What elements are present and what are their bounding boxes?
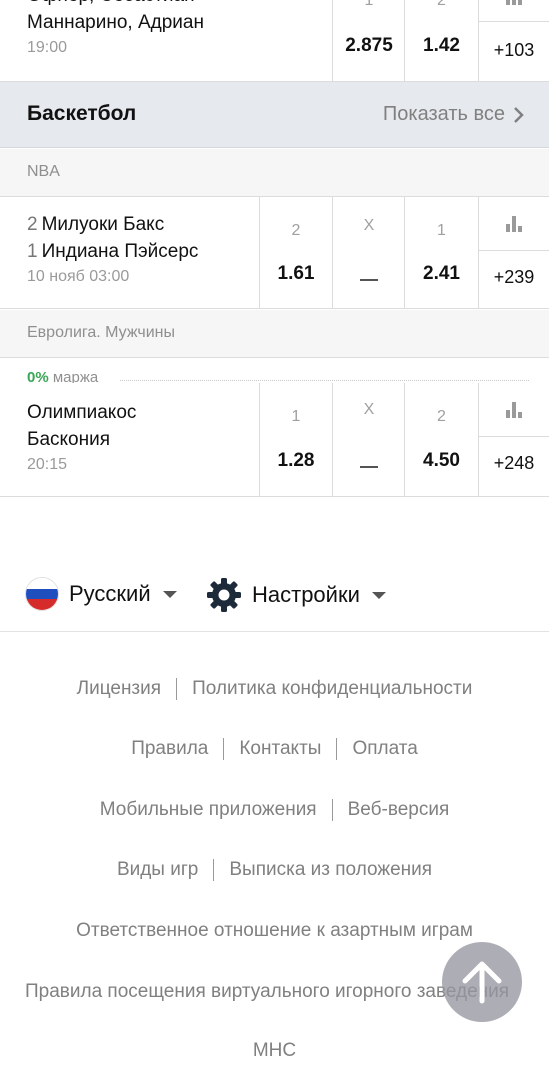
odd-label: X [363, 401, 375, 418]
match-row-ofner-mannarino[interactable]: Офнер, Себастиан Маннарино, Адриан 19:00… [0, 0, 549, 82]
caret-down-icon [162, 590, 177, 598]
match-time: 19:00 [27, 39, 68, 56]
footer-row-5: Ответственное отношение к азартным играм [0, 920, 549, 942]
footer-link-rules[interactable]: Правила [131, 738, 208, 759]
language-selector[interactable]: Русский [25, 577, 177, 611]
odd-button-x[interactable]: X [332, 197, 405, 308]
footer-link-web-version[interactable]: Веб-версия [348, 799, 450, 820]
more-bets-button[interactable]: +248 [479, 453, 549, 474]
bar-chart-icon [506, 215, 522, 232]
match-extra: +248 [478, 383, 549, 496]
odd-label: 1 [291, 408, 301, 425]
odd-value: 2.875 [345, 35, 393, 56]
odd-label: 1 [437, 222, 446, 239]
team-1-name: Офнер, Себастиан [27, 0, 204, 9]
match-extra: +103 [478, 0, 549, 81]
sport-header-basketball: Баскетбол Показать все [0, 82, 549, 148]
bar-chart-icon [506, 0, 522, 5]
odd-value: 1.28 [277, 450, 315, 471]
league-header-nba[interactable]: NBA [0, 149, 549, 197]
league-name: NBA [27, 163, 60, 180]
match-teams: Офнер, Себастиан Маннарино, Адриан 19:00 [27, 0, 204, 60]
footer-link-mobile-apps[interactable]: Мобильные приложения [100, 799, 317, 820]
footer-link-privacy[interactable]: Политика конфиденциальности [192, 678, 472, 699]
bar-chart-icon [506, 401, 522, 418]
match-teams: 2 Милуоки Бакс 1 Индиана Пэйсерс 10 нояб 0… [27, 211, 198, 289]
footer-separator [336, 738, 338, 760]
team-2-name: Индиана Пэйсерс [41, 241, 199, 262]
footer-link-responsible-gambling[interactable]: Ответственное отношение к азартным играм [76, 920, 473, 941]
scroll-to-top-button[interactable] [442, 942, 522, 1022]
odd-label: 1 [364, 0, 374, 9]
odd-label: 2 [437, 0, 446, 9]
match-time: 10 нояб 03:00 [27, 268, 130, 285]
footer-separator [176, 678, 178, 700]
settings-selector[interactable]: Настройки [206, 577, 386, 613]
footer-link-visit-rules[interactable]: Правила посещения виртуального игорного … [25, 981, 509, 1002]
team-2-rank: 1 [27, 241, 38, 262]
footer-link-game-types[interactable]: Виды игр [117, 859, 198, 880]
footer-row-1: Лицензия Политика конфиденциальности [0, 678, 549, 700]
odd-button-2[interactable]: 2 4.50 [404, 383, 478, 496]
odd-button-2[interactable]: 2 1.42 [404, 0, 478, 81]
margin-divider [120, 380, 529, 381]
sport-title: Баскетбол [27, 102, 137, 125]
caret-down-icon [371, 591, 386, 599]
footer-link-mns[interactable]: МНС [253, 1040, 296, 1061]
footer-separator [223, 738, 225, 760]
show-all-label: Показать все [382, 103, 505, 125]
settings-label: Настройки [252, 582, 360, 607]
statistics-button[interactable] [479, 0, 549, 22]
statistics-button[interactable] [479, 197, 549, 251]
team-1-name: Олимпиакос [27, 402, 137, 423]
match-time: 20:15 [27, 456, 68, 473]
footer-row-2: Правила Контакты Оплата [0, 738, 549, 760]
odd-button-2[interactable]: 2 1.61 [259, 197, 332, 308]
match-row-olympiacos-baskonia[interactable]: Олимпиакос Баскония 20:15 1 1.28 X 2 4.5… [0, 383, 549, 497]
league-name: Евролига. Мужчины [27, 324, 175, 341]
more-bets-button[interactable]: +103 [479, 40, 549, 61]
odd-button-1[interactable]: 1 1.28 [259, 383, 332, 496]
odd-value: 2.41 [423, 263, 460, 284]
match-teams: Олимпиакос Баскония 20:15 [27, 399, 136, 477]
language-label: Русский [69, 581, 151, 606]
odd-button-1[interactable]: 1 2.875 [332, 0, 405, 81]
team-1-name: Милуоки Бакс [41, 214, 165, 235]
footer-link-license[interactable]: Лицензия [77, 678, 161, 699]
team-1-rank: 2 [27, 214, 38, 235]
footer-link-payment[interactable]: Оплата [352, 738, 417, 759]
gear-icon [207, 578, 241, 612]
more-bets-button[interactable]: +239 [479, 267, 549, 288]
league-header-euroleague[interactable]: Евролига. Мужчины [0, 310, 549, 358]
odd-value: 1.61 [277, 263, 315, 284]
arrow-up-icon [462, 961, 502, 1004]
footer-separator [331, 799, 333, 821]
footer-link-contacts[interactable]: Контакты [239, 738, 321, 759]
footer-row-7: МНС [0, 1040, 549, 1062]
odd-label: 2 [291, 222, 301, 239]
odd-button-x[interactable]: X [332, 383, 405, 496]
preferences-bar: Русский Настройки [0, 556, 549, 632]
footer-link-regulation-extract[interactable]: Выписка из положения [229, 859, 432, 880]
odd-unavailable-dash [360, 279, 378, 281]
team-1: 2 Милуоки Бакс [27, 211, 198, 238]
show-all-button[interactable]: Показать все [383, 103, 525, 126]
match-row-milwaukee-indiana[interactable]: 2 Милуоки Бакс 1 Индиана Пэйсерс 10 нояб 0… [0, 197, 549, 309]
odd-value: 4.50 [423, 450, 460, 471]
odd-button-1[interactable]: 1 2.41 [404, 197, 478, 308]
team-2: 1 Индиана Пэйсерс [27, 238, 198, 265]
match-extra: +239 [478, 197, 549, 308]
footer-row-3: Мобильные приложения Веб-версия [0, 799, 549, 821]
team-2-name: Баскония [27, 429, 111, 450]
statistics-button[interactable] [479, 383, 549, 437]
footer-row-4: Виды игр Выписка из положения [0, 859, 549, 881]
footer-separator [213, 859, 215, 881]
odd-label: 2 [437, 408, 446, 425]
russia-flag-icon [25, 577, 59, 611]
chevron-right-icon [514, 106, 524, 123]
odd-unavailable-dash [360, 466, 378, 468]
odd-label: X [363, 217, 375, 234]
odd-value: 1.42 [423, 35, 460, 56]
team-2-name: Маннарино, Адриан [27, 12, 204, 33]
